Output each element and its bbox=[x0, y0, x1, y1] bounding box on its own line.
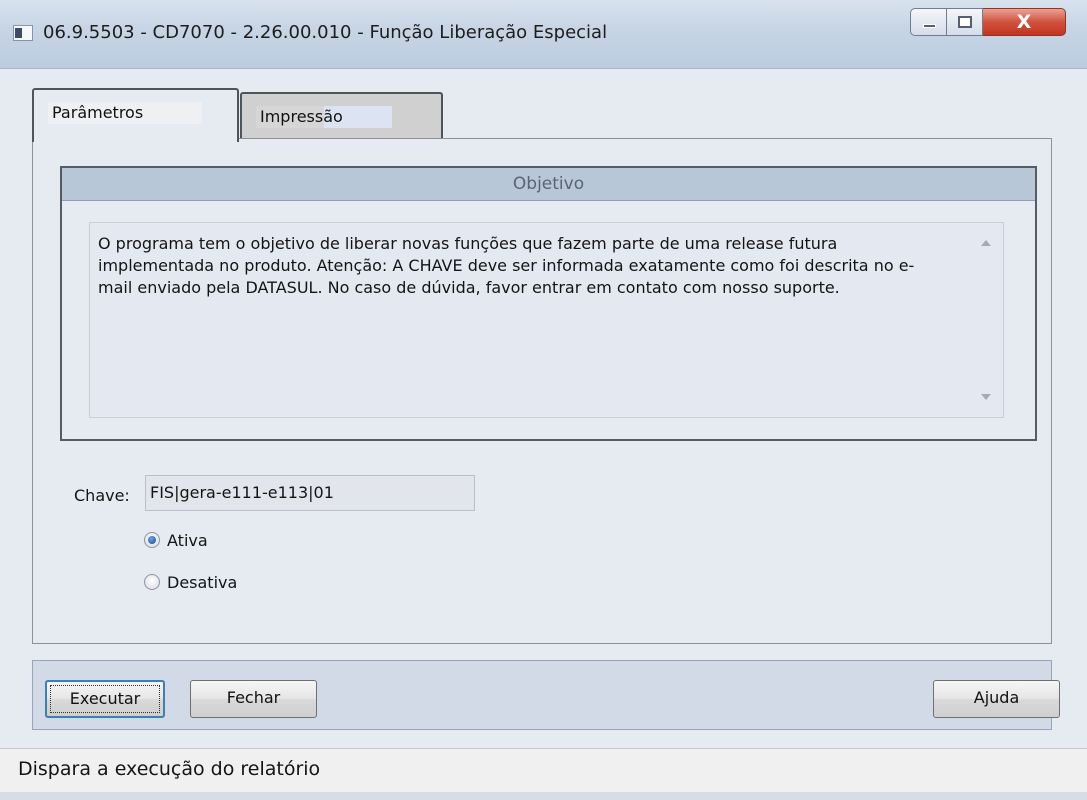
ajuda-button[interactable]: Ajuda bbox=[933, 680, 1060, 718]
tab-label: Parâmetros bbox=[48, 102, 202, 124]
minimize-icon bbox=[923, 24, 936, 28]
radio-label: Desativa bbox=[167, 573, 238, 592]
tab-label: Impressão bbox=[256, 106, 392, 128]
chave-label: Chave: bbox=[74, 486, 130, 505]
close-icon: X bbox=[1016, 11, 1032, 33]
objetivo-header: Objetivo bbox=[62, 168, 1035, 201]
title-bar[interactable]: 06.9.5503 - CD7070 - 2.26.00.010 - Funçã… bbox=[0, 0, 1087, 69]
executar-button[interactable]: Executar bbox=[45, 680, 165, 718]
radio-label: Ativa bbox=[167, 531, 208, 550]
scroll-up-icon[interactable] bbox=[981, 240, 991, 246]
objetivo-text: O programa tem o objetivo de liberar nov… bbox=[98, 234, 915, 297]
focus-rect bbox=[50, 685, 160, 713]
maximize-icon bbox=[958, 16, 972, 28]
button-bar: Executar Fechar Ajuda bbox=[32, 660, 1060, 730]
tab-parametros[interactable]: Parâmetros bbox=[32, 88, 239, 142]
ajuda-label: Ajuda bbox=[973, 688, 1020, 707]
radio-button-icon[interactable] bbox=[144, 532, 160, 548]
app-icon bbox=[13, 25, 33, 41]
objetivo-groupbox: Objetivo O programa tem o objetivo de li… bbox=[60, 166, 1037, 441]
bottom-edge bbox=[0, 792, 1087, 800]
chave-input[interactable]: FIS|gera-e111-e113|01 bbox=[145, 475, 475, 511]
close-button[interactable]: X bbox=[983, 8, 1066, 36]
objetivo-textarea[interactable]: O programa tem o objetivo de liberar nov… bbox=[89, 222, 1004, 418]
status-text: Dispara a execução do relatório bbox=[18, 758, 321, 780]
fechar-label: Fechar bbox=[226, 688, 281, 707]
window-controls: X bbox=[910, 8, 1068, 36]
status-bar: Dispara a execução do relatório bbox=[0, 748, 1087, 793]
radio-button-icon[interactable] bbox=[144, 574, 160, 590]
tab-impressao[interactable]: Impressão bbox=[240, 92, 443, 138]
scroll-down-icon[interactable] bbox=[981, 394, 991, 400]
window: 06.9.5503 - CD7070 - 2.26.00.010 - Funçã… bbox=[0, 0, 1087, 800]
minimize-button[interactable] bbox=[910, 8, 947, 36]
tab-content-panel: Objetivo O programa tem o objetivo de li… bbox=[32, 138, 1052, 644]
window-title: 06.9.5503 - CD7070 - 2.26.00.010 - Funçã… bbox=[43, 22, 608, 43]
fechar-button[interactable]: Fechar bbox=[190, 680, 317, 718]
maximize-button[interactable] bbox=[947, 8, 983, 36]
